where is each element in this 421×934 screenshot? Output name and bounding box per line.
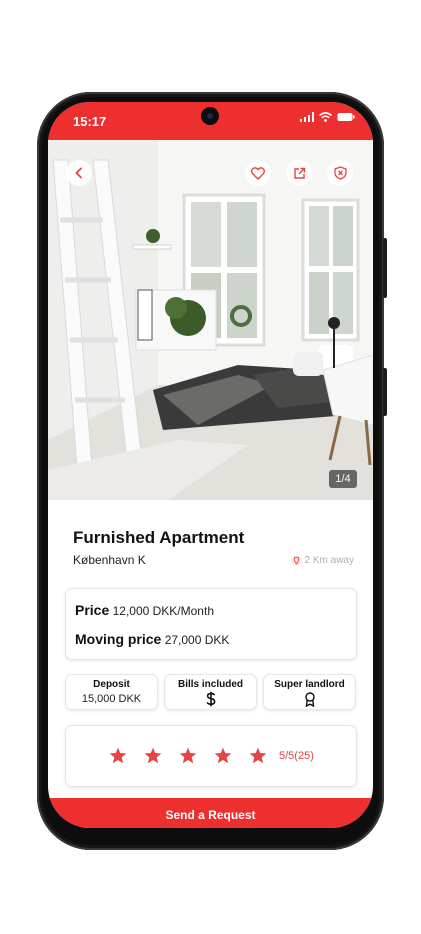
location-pin-icon [291,555,302,566]
wifi-icon [319,112,332,122]
listing-title: Furnished Apartment [73,528,245,547]
moving-price-value: 27,000 DKK [164,633,230,647]
star-icon [249,747,267,764]
distance-text: 2 Km away [304,555,354,566]
bills-included-card: Bills included [164,674,257,710]
power-button [383,238,387,298]
rating-text: 5/5(25) [279,750,314,762]
star-icon [109,747,127,764]
status-time: 15:17 [73,114,107,129]
volume-button [383,368,387,416]
app-screen: 15:17 1/4 Furnished Apartment København … [48,102,373,828]
moving-price-row: Moving price 27,000 DKK [75,631,229,647]
price-card: Price 12,000 DKK/Month Moving price 27,0… [65,588,357,660]
battery-icon [337,113,355,121]
star-icon [179,747,197,764]
rating-card: 5/5(25) [65,725,357,787]
star-icon [214,747,232,764]
deposit-card: Deposit 15,000 DKK [65,674,158,710]
favorite-button[interactable] [245,160,271,186]
shield-x-icon [333,166,347,180]
super-landlord-label: Super landlord [274,679,345,690]
status-bar: 15:17 [48,102,373,140]
price-label: Price [75,602,110,618]
distance-info: 2 Km away [291,555,354,566]
chevron-left-icon [75,167,82,179]
price-row: Price 12,000 DKK/Month [75,602,214,618]
report-button[interactable] [327,160,353,186]
share-button[interactable] [286,160,312,186]
rating-stars [109,747,267,764]
photo-counter: 1/4 [329,470,357,488]
back-button[interactable] [66,160,92,186]
award-icon [304,692,315,708]
heart-icon [251,166,265,180]
price-value: 12,000 DKK/Month [112,604,214,618]
super-landlord-card: Super landlord [263,674,356,710]
dollar-icon [205,691,215,707]
moving-price-label: Moving price [75,631,162,647]
deposit-value: 15,000 DKK [81,693,142,705]
listing-location: København K [73,553,146,567]
star-icon [144,747,162,764]
status-icons [300,112,355,122]
bills-included-label: Bills included [177,679,243,690]
deposit-label: Deposit [93,679,130,690]
signal-icon [300,112,314,122]
share-icon [293,167,305,179]
front-camera [201,107,219,125]
listing-photo[interactable]: 1/4 [48,140,373,500]
send-request-button[interactable]: Send a Request [48,798,373,828]
room-photo [48,140,373,500]
